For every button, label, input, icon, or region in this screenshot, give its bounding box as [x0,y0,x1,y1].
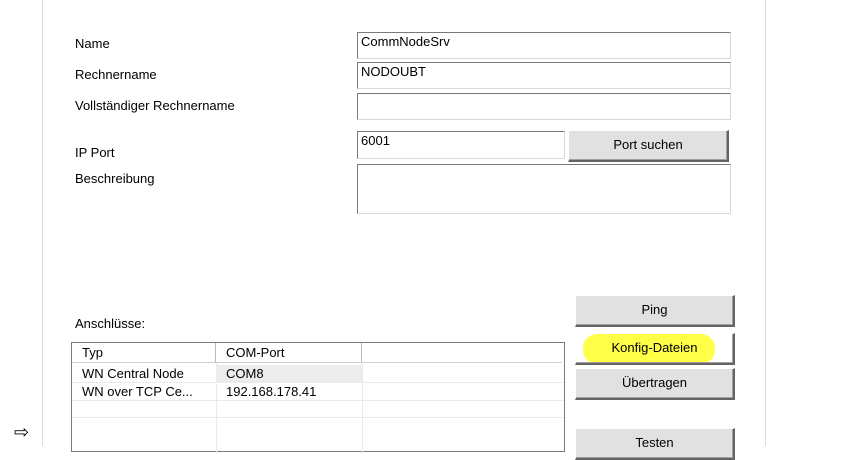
table-row[interactable]: WN over TCP Ce... 192.168.178.41 [72,383,564,400]
row-port-cell: COM8 [216,365,362,382]
test-button[interactable]: Testen [575,428,735,460]
row-divider [72,400,564,401]
ip-port-field[interactable]: 6001 [357,131,565,159]
panel-border-left [42,0,43,446]
connections-list[interactable]: Typ COM-Port WN Central Node COM8 WN ove… [71,342,565,453]
column-header-blank[interactable] [362,343,562,363]
ip-port-label: IP Port [75,145,115,160]
description-label: Beschreibung [75,171,155,186]
transfer-button[interactable]: Übertragen [575,368,735,400]
full-computer-name-label: Vollständiger Rechnername [75,98,235,113]
panel-border-right [765,0,766,446]
column-header-com-port[interactable]: COM-Port [216,343,362,363]
computer-name-field[interactable]: NODOUBT [357,62,731,89]
row-type-cell: WN Central Node [82,366,184,381]
table-row[interactable]: WN Central Node COM8 [72,365,564,382]
row-port-cell: 192.168.178.41 [226,384,317,399]
port-search-button[interactable]: Port suchen [568,130,729,162]
connections-label: Anschlüsse: [75,316,146,331]
config-files-button[interactable]: Konfig-Dateien [575,333,735,365]
arrow-right-outline-icon: ⇨ [14,422,30,442]
ping-button[interactable]: Ping [575,295,735,327]
computer-name-label: Rechnername [75,67,157,82]
column-header-type[interactable]: Typ [72,343,216,363]
connections-header: Typ COM-Port [72,343,564,363]
name-field[interactable]: CommNodeSrv [357,32,731,59]
full-computer-name-field[interactable] [357,93,731,120]
row-type-cell: WN over TCP Ce... [82,384,193,399]
name-label: Name [75,36,110,51]
description-field[interactable] [357,164,731,214]
row-divider [72,417,564,418]
